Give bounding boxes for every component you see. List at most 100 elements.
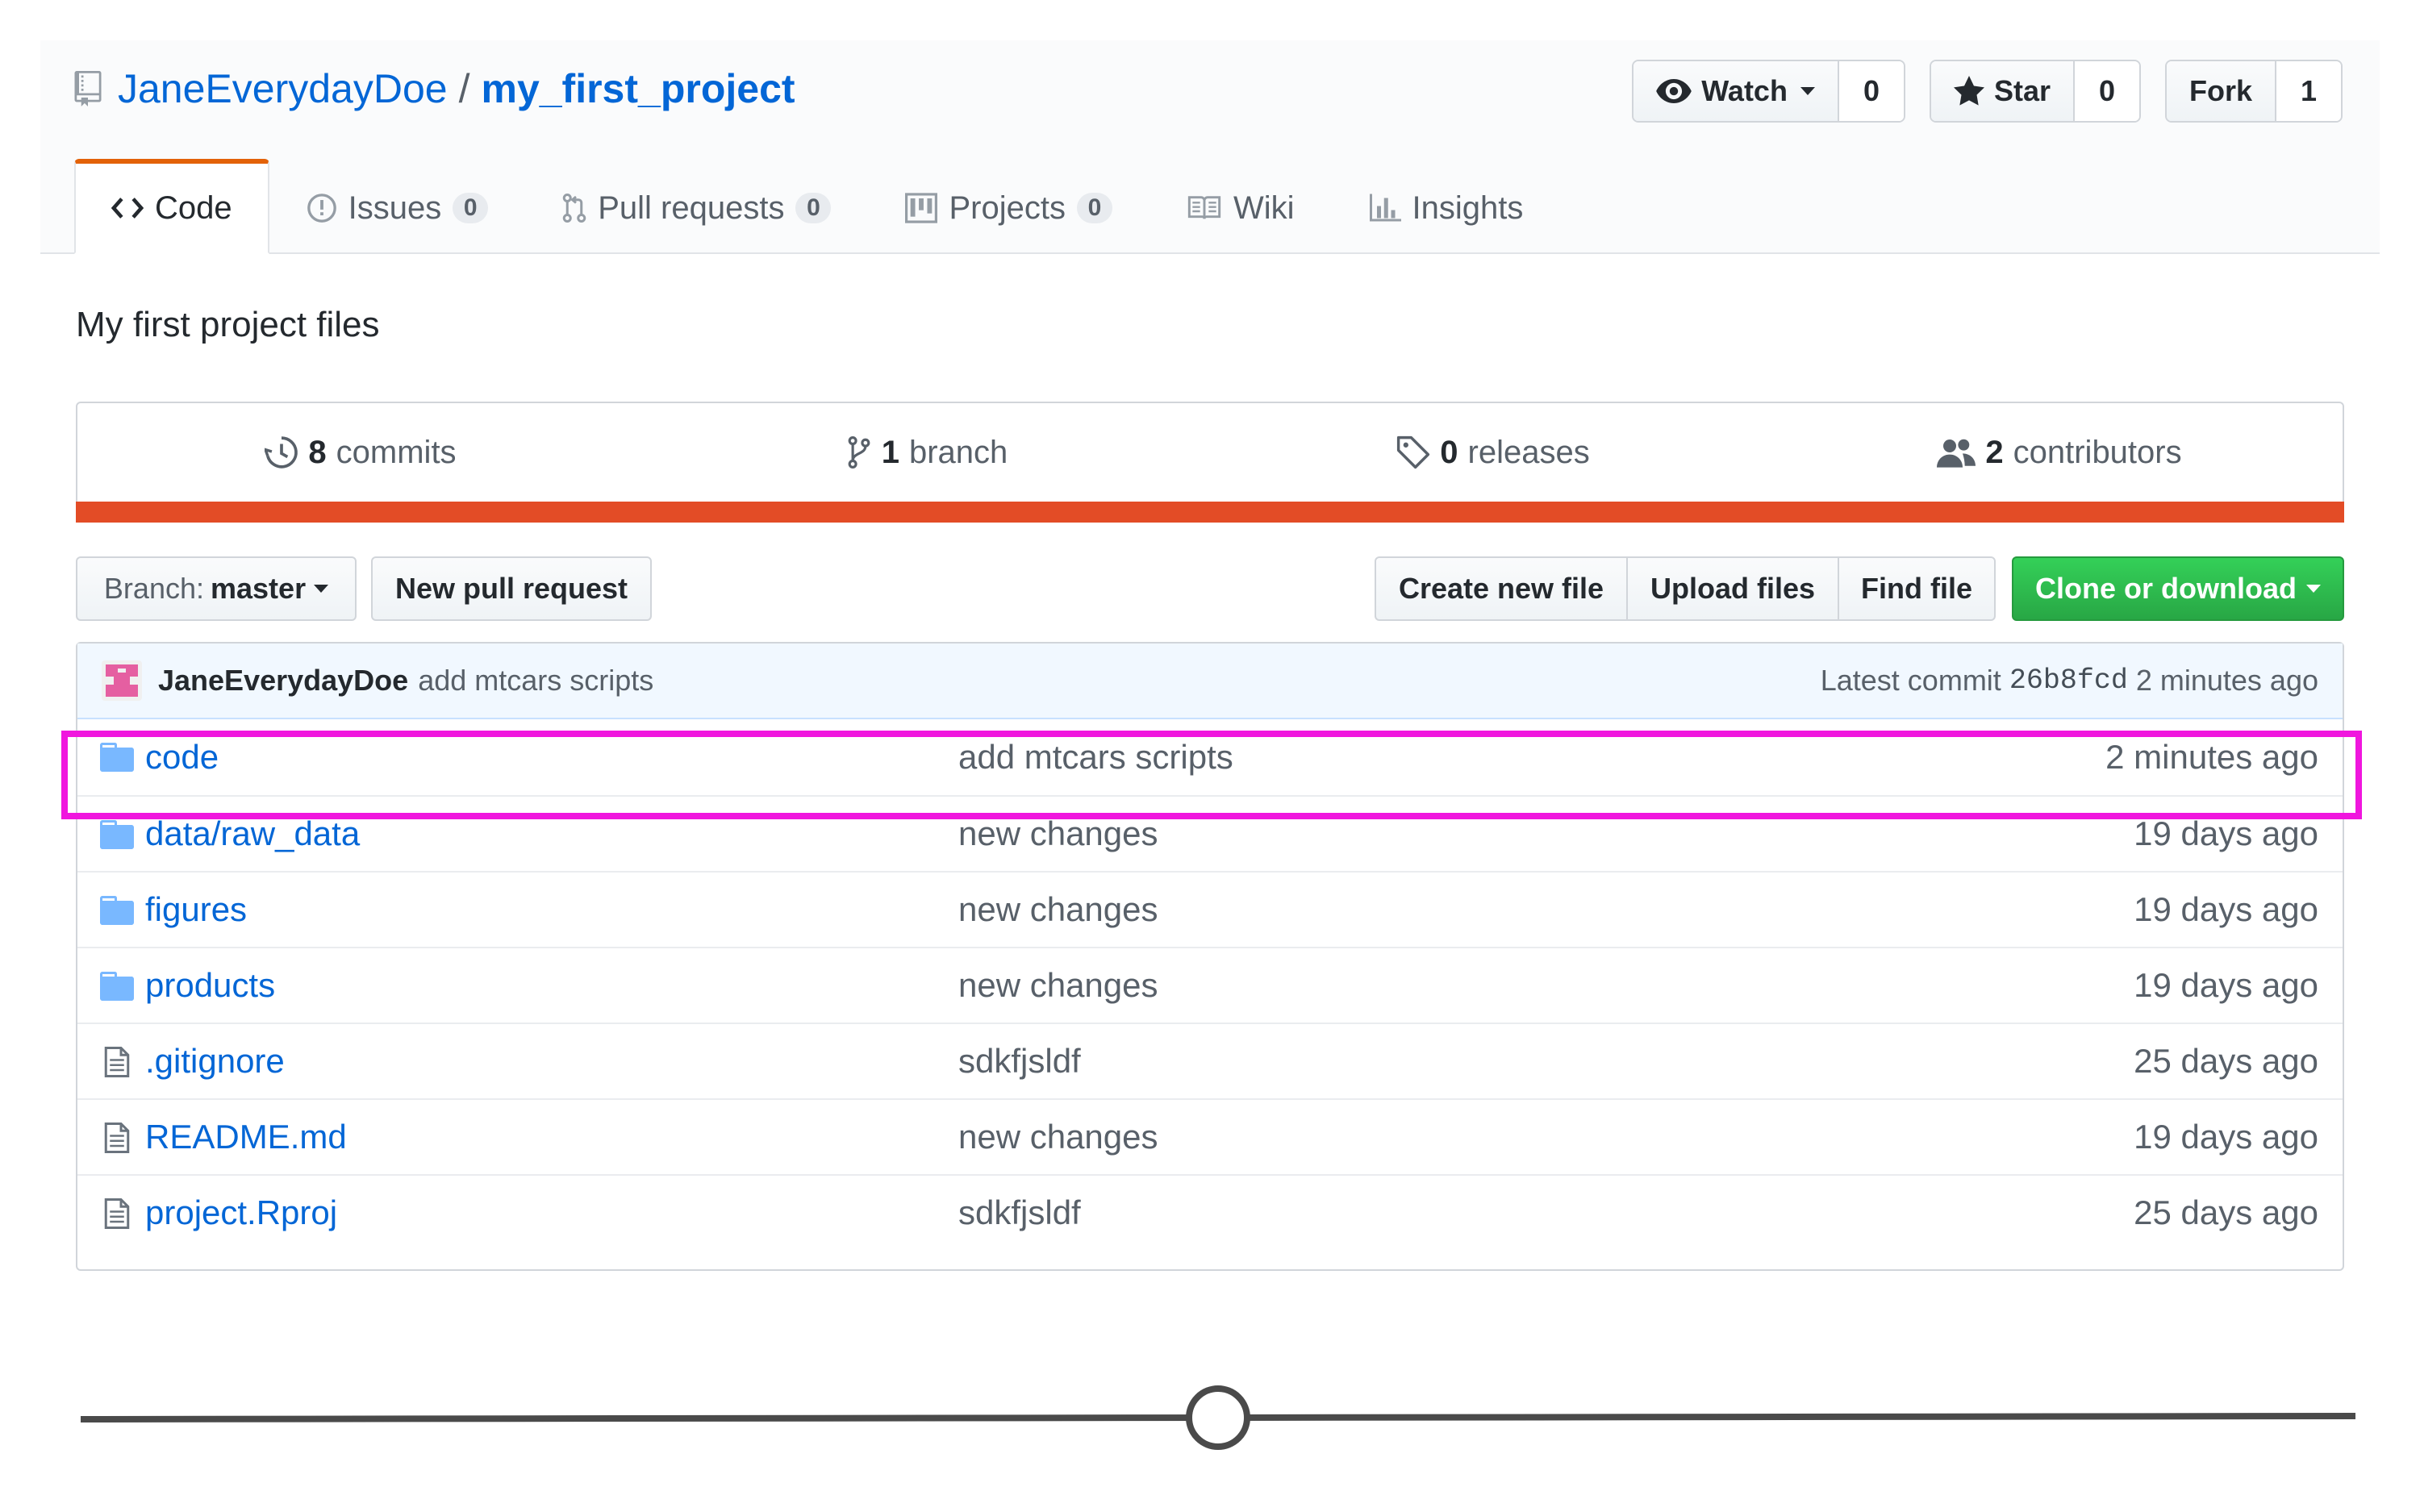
repo-name-link[interactable]: my_first_project [481, 65, 795, 112]
file-commit-message-link[interactable]: new changes [958, 966, 1158, 1005]
numbers-summary: 8 commits 1 branch 0 releases 2 contribu… [76, 402, 2344, 523]
tab-label: Issues [348, 190, 442, 226]
repo-nav-tabs: Code Issues 0 Pull requests 0 Projects 0… [74, 159, 1560, 254]
repo-title: JaneEverydayDoe / my_first_project [74, 65, 795, 113]
file-name-link[interactable]: products [145, 966, 275, 1005]
slider-thumb[interactable] [1186, 1385, 1250, 1450]
file-name-link[interactable]: .gitignore [145, 1042, 285, 1081]
file-name-link[interactable]: project.Rproj [145, 1193, 337, 1232]
fork-button[interactable]: Fork [2166, 61, 2276, 121]
upload-files-button[interactable]: Upload files [1628, 558, 1839, 619]
contributors-link[interactable]: 2 contributors [1776, 435, 2343, 471]
table-row: products new changes 19 days ago [77, 947, 2343, 1023]
avatar[interactable] [102, 660, 142, 701]
latest-commit-info: Latest commit 26b8fcd 2 minutes ago [1821, 664, 2318, 698]
file-commit-message-link[interactable]: add mtcars scripts [958, 738, 1233, 777]
file-name-link[interactable]: data/raw_data [145, 814, 360, 853]
file-navigation: Branch: master New pull request Create n… [76, 556, 2344, 621]
file-commit-message-link[interactable]: new changes [958, 890, 1158, 929]
branch-icon [848, 436, 870, 469]
file-name-link[interactable]: README.md [145, 1118, 347, 1156]
file-age: 19 days ago [2134, 890, 2318, 928]
star-label: Star [1993, 74, 2051, 107]
watch-button[interactable]: Watch [1634, 61, 1839, 121]
branches-count: 1 [881, 434, 899, 470]
chevron-down-icon [314, 585, 329, 593]
commits-link[interactable]: 8 commits [77, 435, 644, 471]
watch-count[interactable]: 0 [1838, 61, 1904, 121]
tab-pull-requests[interactable]: Pull requests 0 [525, 159, 868, 254]
pull-requests-count-badge: 0 [795, 193, 832, 223]
contributors-label: contributors [2013, 434, 2182, 470]
project-icon [905, 193, 938, 223]
fork-button-group: Fork 1 [2164, 60, 2343, 123]
commit-message-link[interactable]: add mtcars scripts [418, 664, 653, 698]
folder-icon [100, 820, 134, 849]
history-icon [265, 436, 298, 469]
releases-label: releases [1467, 434, 1590, 470]
releases-count: 0 [1440, 434, 1458, 470]
file-name-link[interactable]: figures [145, 890, 247, 929]
graph-icon [1369, 194, 1401, 222]
star-button-group: Star 0 [1929, 60, 2141, 123]
tab-label: Projects [949, 190, 1066, 226]
commit-age: 2 minutes ago [2135, 664, 2318, 697]
tab-code[interactable]: Code [74, 159, 269, 254]
star-count[interactable]: 0 [2074, 61, 2139, 121]
find-file-button[interactable]: Find file [1839, 558, 1994, 619]
new-pull-request-button[interactable]: New pull request [371, 556, 652, 621]
file-icon [104, 1198, 130, 1229]
language-bar[interactable] [76, 502, 2344, 523]
branches-link[interactable]: 1 branch [644, 435, 1210, 471]
branch-name: master [211, 572, 307, 605]
commit-author-link[interactable]: JaneEverydayDoe [158, 664, 408, 698]
branch-prefix: Branch: [103, 572, 204, 605]
latest-commit-prefix: Latest commit [1820, 664, 2001, 697]
table-row: .gitignore sdkfjsldf 25 days ago [77, 1023, 2343, 1098]
tab-wiki[interactable]: Wiki [1150, 159, 1332, 254]
projects-count-badge: 0 [1076, 193, 1112, 223]
folder-icon [100, 743, 134, 772]
file-age: 19 days ago [2134, 966, 2318, 1004]
file-commit-message-link[interactable]: new changes [958, 814, 1158, 853]
clone-or-download-button[interactable]: Clone or download [2012, 556, 2344, 621]
commit-sha-link[interactable]: 26b8fcd [2009, 664, 2128, 697]
create-new-file-button[interactable]: Create new file [1376, 558, 1628, 619]
repo-description: My first project files [76, 305, 380, 344]
file-age: 19 days ago [2134, 1118, 2318, 1156]
repo-icon [74, 71, 102, 106]
tab-projects[interactable]: Projects 0 [868, 159, 1150, 254]
repo-actions: Watch 0 Star 0 Fork 1 [1632, 60, 2343, 123]
file-age: 25 days ago [2134, 1193, 2318, 1231]
releases-link[interactable]: 0 releases [1210, 435, 1776, 471]
clone-label: Clone or download [2035, 572, 2297, 605]
code-icon [111, 198, 144, 219]
repo-path-separator: / [458, 66, 470, 111]
branch-select-button[interactable]: Branch: master [76, 556, 357, 621]
repo-owner-link[interactable]: JaneEverydayDoe [118, 65, 448, 112]
tab-insights[interactable]: Insights [1332, 159, 1561, 254]
file-name-link[interactable]: code [145, 738, 219, 777]
file-commit-message-link[interactable]: sdkfjsldf [958, 1193, 1081, 1232]
file-age: 19 days ago [2134, 814, 2318, 852]
issue-icon [307, 194, 336, 223]
tab-label: Insights [1412, 190, 1524, 226]
watch-button-group: Watch 0 [1632, 60, 1905, 123]
contributors-count: 2 [1985, 434, 2004, 470]
file-commit-message-link[interactable]: sdkfjsldf [958, 1042, 1081, 1081]
tab-label: Wiki [1233, 190, 1295, 226]
people-icon [1937, 439, 1976, 468]
tab-label: Pull requests [598, 190, 785, 226]
tag-icon [1397, 435, 1430, 469]
pull-request-icon [562, 193, 586, 223]
file-actions-group: Create new file Upload files Find file [1375, 556, 1996, 621]
book-icon [1187, 196, 1221, 219]
file-age: 25 days ago [2134, 1042, 2318, 1080]
slider[interactable] [81, 1371, 2355, 1468]
commits-label: commits [336, 434, 457, 470]
file-commit-message-link[interactable]: new changes [958, 1118, 1158, 1156]
fork-count[interactable]: 1 [2276, 61, 2341, 121]
chevron-down-icon [1800, 87, 1815, 95]
tab-issues[interactable]: Issues 0 [269, 159, 526, 254]
star-button[interactable]: Star [1930, 61, 2075, 121]
